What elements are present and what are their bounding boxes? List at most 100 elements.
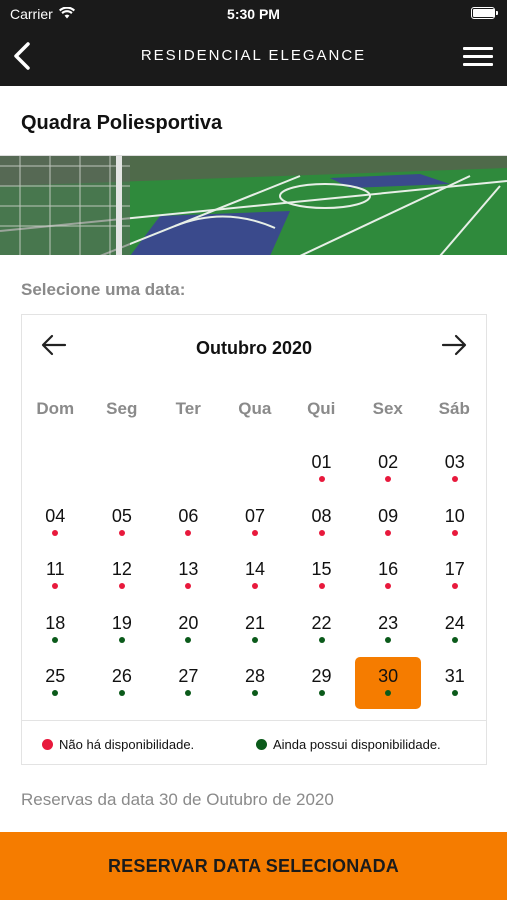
weekday-label: Sáb bbox=[438, 399, 470, 418]
availability-dot-icon bbox=[251, 636, 258, 643]
calendar-day[interactable]: 02 bbox=[355, 443, 422, 497]
calendar-day[interactable]: 25 bbox=[22, 657, 89, 711]
calendar-day[interactable]: 17 bbox=[421, 550, 488, 604]
calendar-day[interactable]: 08 bbox=[288, 497, 355, 551]
unavailability-dot-icon bbox=[451, 529, 458, 536]
calendar-day[interactable]: 31 bbox=[421, 657, 488, 711]
calendar-month-label: Outubro 2020 bbox=[195, 338, 313, 358]
unavailability-dot-icon bbox=[118, 529, 125, 536]
calendar-day-selected[interactable]: 30 bbox=[355, 657, 422, 711]
calendar-day[interactable]: 12 bbox=[89, 550, 156, 604]
availability-dot-icon bbox=[318, 636, 325, 643]
calendar-day[interactable]: 03 bbox=[421, 443, 488, 497]
legend-available-label: Ainda possui disponibilidade. bbox=[273, 737, 441, 752]
calendar-day-number: 21 bbox=[244, 612, 265, 633]
calendar-day[interactable]: 28 bbox=[222, 657, 289, 711]
unavailability-dot-icon bbox=[118, 583, 125, 589]
reservations-label: Reservas da data 30 de Outubro de 2020 bbox=[21, 790, 334, 809]
unavailability-dot-icon bbox=[451, 476, 458, 482]
calendar-day-number: 15 bbox=[311, 559, 332, 579]
calendar-day-number: 25 bbox=[45, 666, 66, 686]
unavailability-dot-icon bbox=[185, 529, 192, 536]
weekday-label: Ter bbox=[175, 399, 201, 418]
calendar-grid: 01 02 03 04 05 06 07 08 09 10 11 12 13 14 15 16 17 18 19 20… bbox=[22, 443, 488, 711]
calendar-day-number: 07 bbox=[244, 505, 265, 526]
battery-level bbox=[473, 9, 495, 17]
calendar-day-number: 13 bbox=[178, 559, 199, 579]
calendar-day[interactable]: 20 bbox=[155, 604, 222, 658]
calendar-day-number: 16 bbox=[378, 559, 399, 579]
calendar-day-number: 23 bbox=[378, 612, 399, 633]
calendar-day[interactable]: 29 bbox=[288, 657, 355, 711]
hamburger-menu-icon[interactable] bbox=[463, 45, 493, 67]
calendar-day[interactable]: 16 bbox=[355, 550, 422, 604]
battery-icon bbox=[471, 7, 498, 19]
calendar-day-number: 31 bbox=[444, 666, 465, 686]
weekday-label: Dom bbox=[36, 399, 75, 418]
calendar-day-number: 05 bbox=[111, 505, 132, 526]
red-dot-icon bbox=[42, 739, 53, 750]
status-bar: Carrier 5:30 PM bbox=[0, 0, 507, 28]
calendar-day-number: 12 bbox=[111, 559, 132, 579]
nav-bar: RESIDENCIAL ELEGANCE bbox=[0, 28, 507, 86]
calendar-day-number: 29 bbox=[311, 666, 332, 686]
calendar-empty-cell bbox=[22, 443, 89, 497]
calendar-day[interactable]: 27 bbox=[155, 657, 222, 711]
availability-dot-icon bbox=[451, 690, 458, 696]
reserve-selected-date-button[interactable]: RESERVAR DATA SELECIONADA bbox=[0, 832, 507, 900]
calendar-day[interactable]: 19 bbox=[89, 604, 156, 658]
calendar-day[interactable]: 26 bbox=[89, 657, 156, 711]
calendar-day[interactable]: 07 bbox=[222, 497, 289, 551]
calendar-empty-cell bbox=[155, 443, 222, 497]
unavailability-dot-icon bbox=[251, 583, 258, 589]
calendar-day[interactable]: 14 bbox=[222, 550, 289, 604]
unavailability-dot-icon bbox=[185, 583, 192, 589]
weekday-label: Qui bbox=[307, 399, 336, 418]
calendar-day[interactable]: 01 bbox=[288, 443, 355, 497]
green-dot-icon bbox=[256, 739, 267, 750]
unavailability-dot-icon bbox=[52, 583, 59, 589]
calendar-day[interactable]: 15 bbox=[288, 550, 355, 604]
unavailability-dot-icon bbox=[52, 529, 59, 536]
calendar-day[interactable]: 22 bbox=[288, 604, 355, 658]
calendar-day[interactable]: 10 bbox=[421, 497, 488, 551]
calendar-day[interactable]: 23 bbox=[355, 604, 422, 658]
calendar-day-number: 09 bbox=[378, 505, 399, 526]
calendar-day[interactable]: 04 bbox=[22, 497, 89, 551]
calendar-day-number: 27 bbox=[178, 666, 199, 686]
availability-dot-icon bbox=[185, 636, 192, 643]
calendar-day-number: 14 bbox=[244, 559, 265, 579]
unavailability-dot-icon bbox=[318, 476, 325, 482]
calendar-day[interactable]: 13 bbox=[155, 550, 222, 604]
availability-dot-icon bbox=[118, 636, 125, 643]
weekday-label: Qua bbox=[238, 399, 272, 418]
calendar-day[interactable]: 21 bbox=[222, 604, 289, 658]
unavailability-dot-icon bbox=[385, 529, 392, 536]
calendar-day[interactable]: 06 bbox=[155, 497, 222, 551]
calendar-day-number: 30 bbox=[378, 666, 399, 686]
calendar-day-number: 02 bbox=[378, 452, 399, 472]
legend-unavailable: Não há disponibilidade. bbox=[42, 737, 194, 752]
calendar-day[interactable]: 09 bbox=[355, 497, 422, 551]
unavailability-dot-icon bbox=[318, 583, 325, 589]
calendar-day[interactable]: 11 bbox=[22, 550, 89, 604]
weekday-header: Dom Seg Ter Qua Qui Sex Sáb bbox=[22, 399, 488, 419]
calendar-day-number: 18 bbox=[45, 612, 66, 633]
calendar-day-number: 11 bbox=[45, 559, 65, 579]
calendar-day-number: 03 bbox=[444, 452, 465, 472]
weekday-label: Seg bbox=[106, 399, 138, 418]
availability-dot-icon bbox=[385, 636, 392, 643]
availability-dot-icon bbox=[118, 690, 125, 696]
legend-available: Ainda possui disponibilidade. bbox=[256, 737, 441, 752]
weekday-label: Sex bbox=[372, 399, 403, 418]
calendar: Outubro 2020 Dom Seg Ter Qua Qui Sex Sáb… bbox=[21, 314, 487, 765]
select-date-label: Selecione uma data: bbox=[21, 280, 186, 299]
calendar-day[interactable]: 05 bbox=[89, 497, 156, 551]
calendar-day[interactable]: 24 bbox=[421, 604, 488, 658]
calendar-empty-cell bbox=[89, 443, 156, 497]
calendar-day[interactable]: 18 bbox=[22, 604, 89, 658]
arrow-right-icon[interactable] bbox=[440, 333, 468, 357]
unavailability-dot-icon bbox=[318, 529, 325, 536]
calendar-day-number: 22 bbox=[311, 612, 332, 633]
availability-dot-icon bbox=[52, 636, 59, 643]
